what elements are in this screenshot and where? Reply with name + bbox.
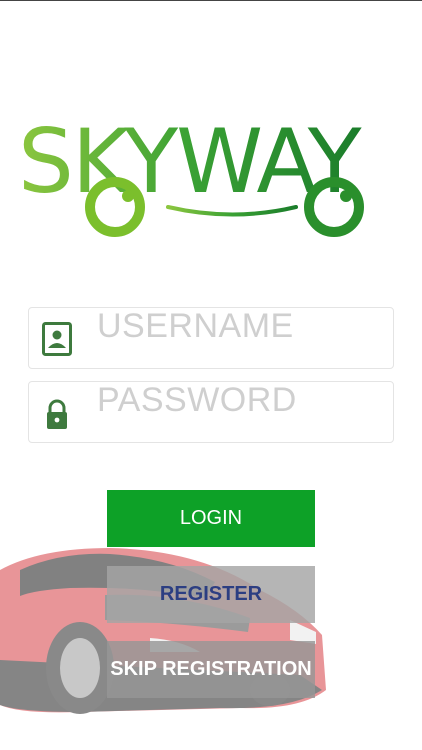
contact-card-icon [42, 322, 72, 356]
password-input[interactable] [97, 380, 387, 420]
skyway-logo: SKYWAY [18, 112, 408, 252]
skip-registration-button[interactable]: SKIP REGISTRATION [107, 641, 315, 698]
username-input[interactable] [97, 306, 387, 346]
password-field[interactable] [28, 380, 394, 443]
register-button[interactable]: REGISTER [107, 566, 315, 623]
lock-icon [47, 399, 67, 429]
top-border [0, 0, 422, 1]
login-button[interactable]: LOGIN [107, 490, 315, 547]
username-field[interactable] [28, 306, 394, 369]
